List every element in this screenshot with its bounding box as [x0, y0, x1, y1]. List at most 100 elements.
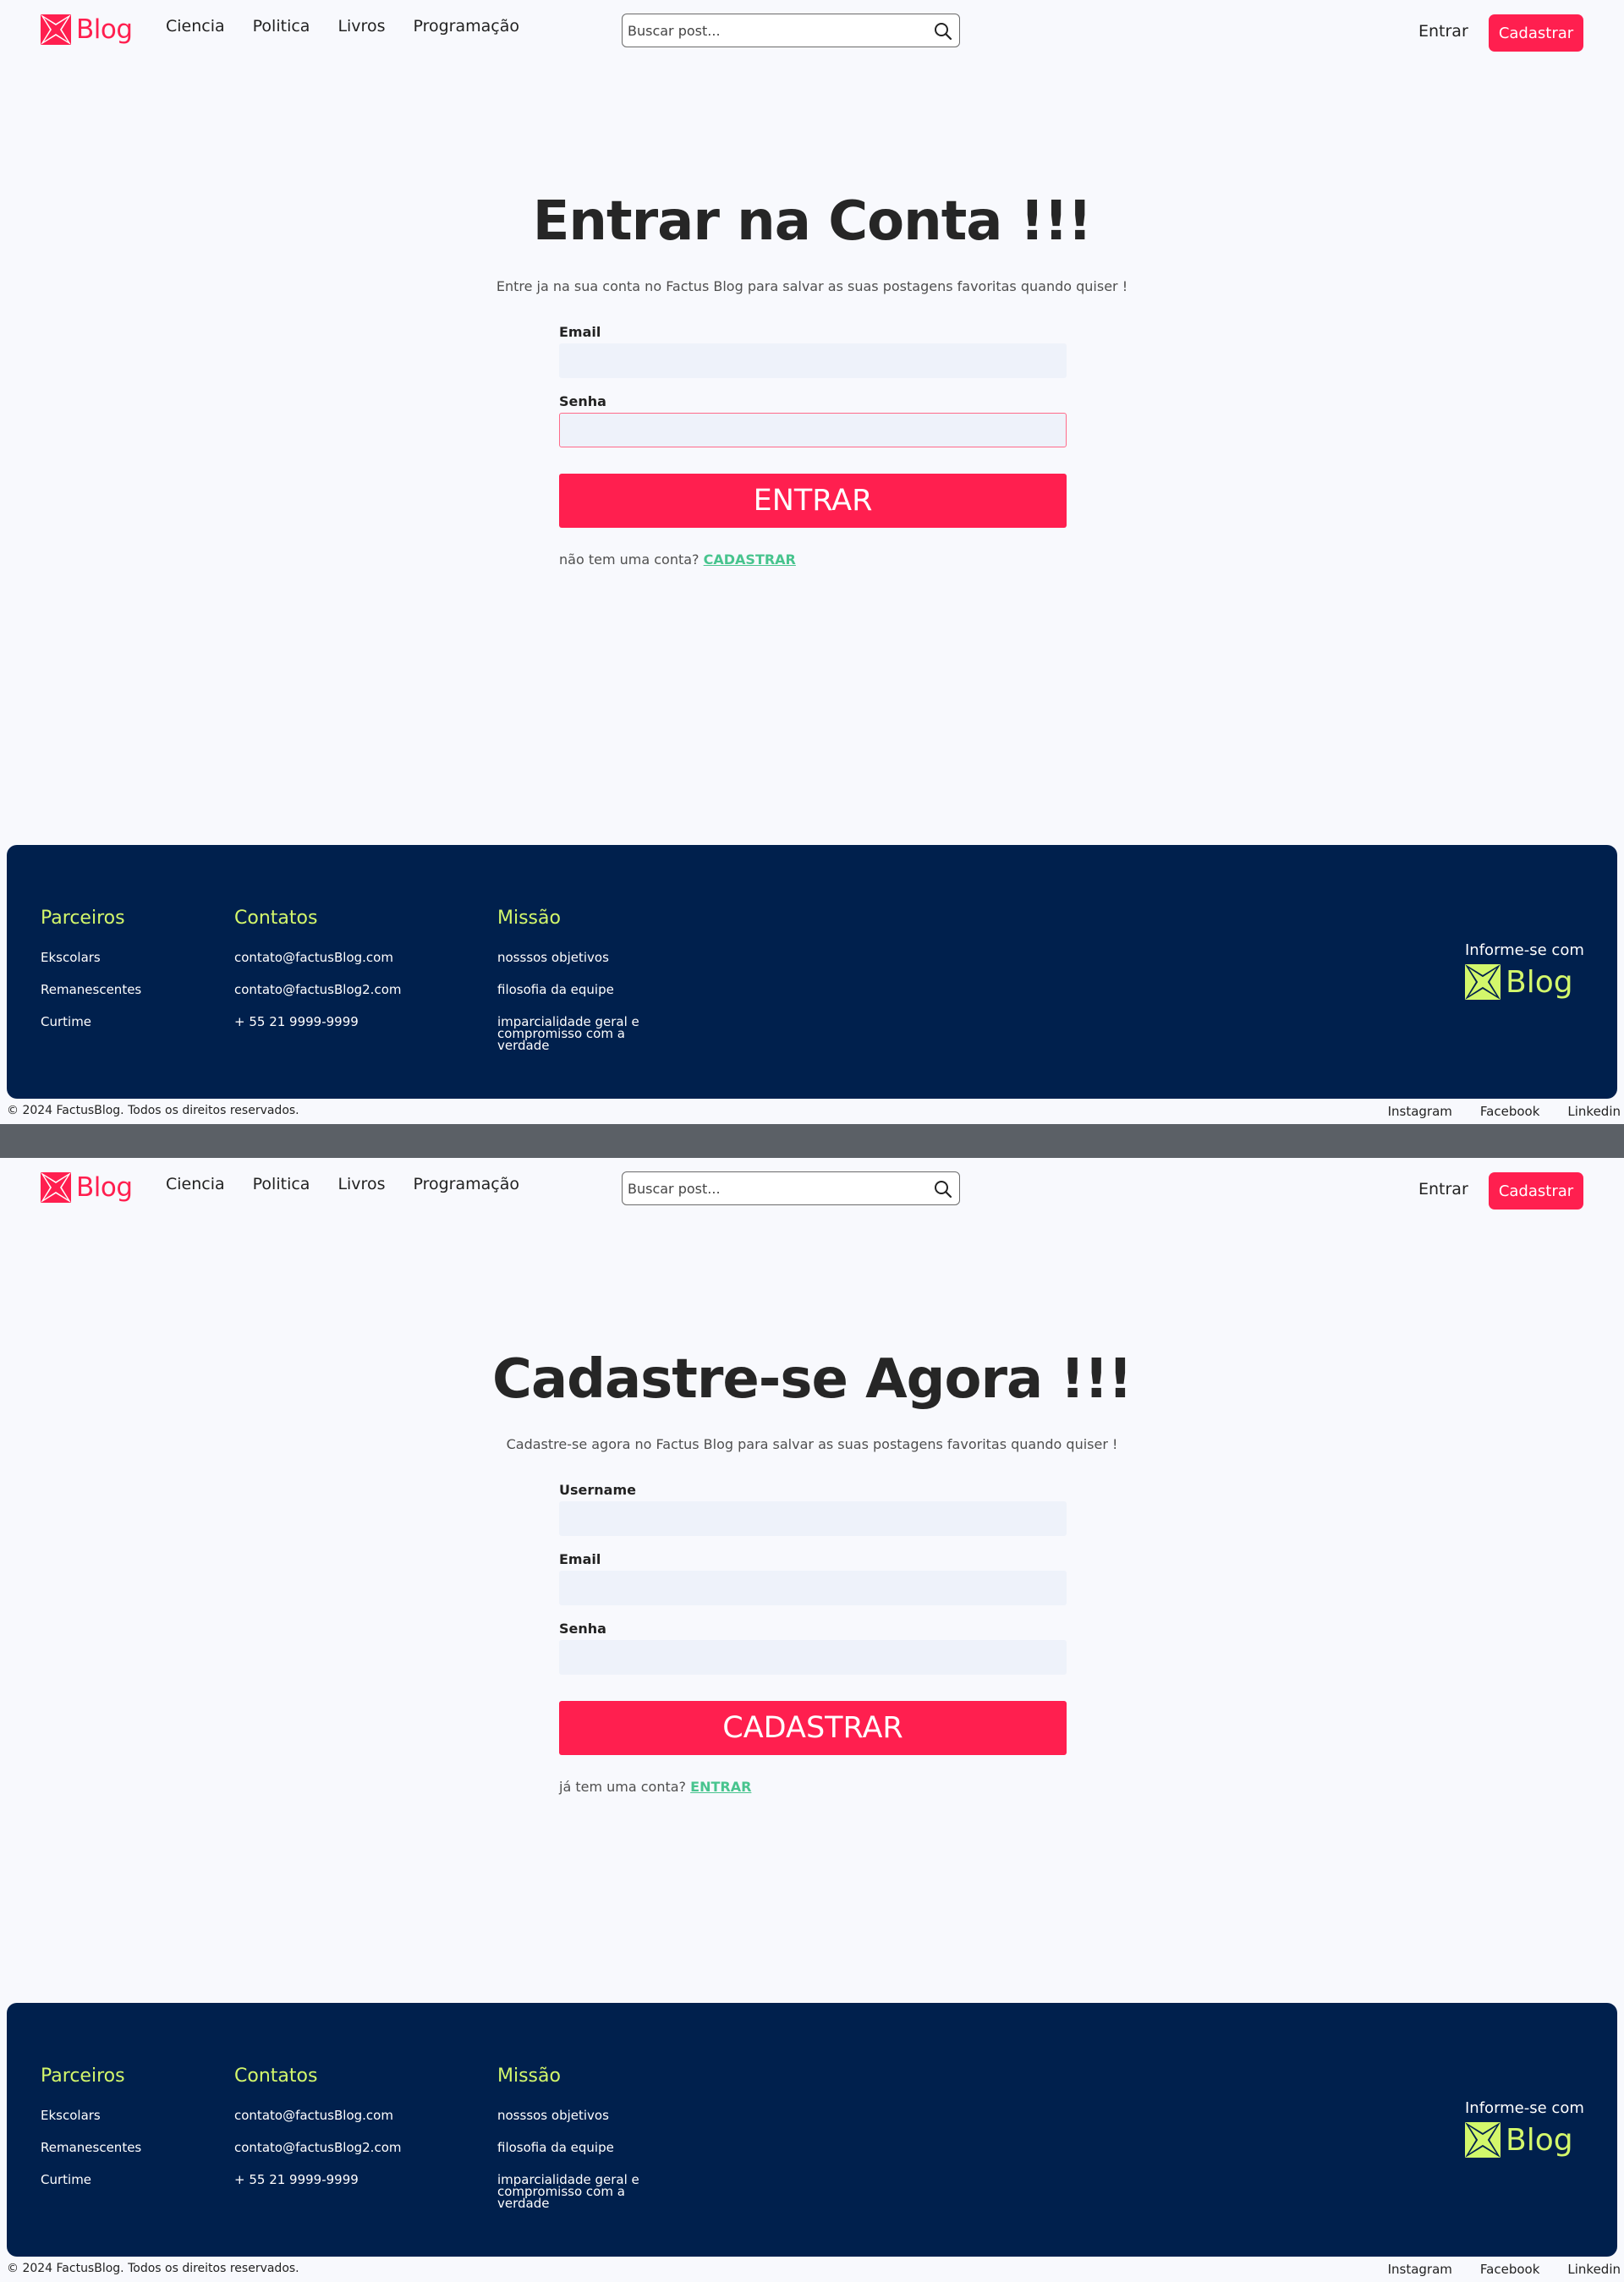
footer-contact[interactable]: contato@factusBlog.com [234, 952, 402, 964]
username-field-wrapper [559, 1501, 1067, 1536]
password-label: Senha [559, 393, 606, 409]
email-field[interactable] [560, 344, 1066, 377]
page-subtitle: Cadastre-se agora no Factus Blog para sa… [506, 1436, 1118, 1452]
register-submit-button[interactable]: CADASTRAR [559, 1701, 1067, 1755]
copyright: © 2024 FactusBlog. Todos os direitos res… [7, 1104, 299, 1117]
footer: Parceiros Ekscolars Remanescentes Curtim… [7, 845, 1617, 1099]
footer-link[interactable]: filosofia da equipe [497, 984, 650, 996]
login-link[interactable]: Entrar [1418, 1180, 1468, 1199]
social-facebook[interactable]: Facebook [1480, 2262, 1539, 2277]
social-links: Instagram Facebook Linkedin [1388, 1104, 1621, 1119]
password-field[interactable] [560, 1641, 1066, 1674]
search-box [622, 1171, 960, 1205]
password-field-wrapper [559, 413, 1067, 447]
logo-text: Blog [76, 14, 133, 45]
footer-brand-text: Blog [1506, 964, 1573, 1000]
footer-link[interactable]: Ekscolars [41, 952, 141, 964]
social-linkedin[interactable]: Linkedin [1567, 2262, 1621, 2277]
footer-heading-contacts: Contatos [234, 2065, 318, 2087]
footer-partners: Parceiros Ekscolars Remanescentes Curtim… [41, 908, 141, 1048]
email-field-wrapper [559, 343, 1067, 378]
footer-partners: Parceiros Ekscolars Remanescentes Curtim… [41, 2065, 141, 2206]
username-field[interactable] [560, 1502, 1066, 1535]
footer-link[interactable]: imparcialidade geral e compromisso com a… [497, 1016, 650, 1052]
footer-link[interactable]: Remanescentes [41, 2142, 141, 2154]
login-link[interactable]: Entrar [1418, 22, 1468, 41]
footer-contact[interactable]: contato@factusBlog.com [234, 2109, 402, 2122]
email-field-wrapper [559, 1571, 1067, 1605]
footer-link[interactable]: Curtime [41, 2174, 141, 2186]
footer-brand-caption: Informe-se com [1465, 941, 1584, 959]
password-field-wrapper [559, 1640, 1067, 1675]
footer-contacts: Contatos contato@factusBlog.com contato@… [234, 908, 402, 1048]
footer-link[interactable]: Ekscolars [41, 2109, 141, 2122]
username-label: Username [559, 1482, 636, 1498]
search-input[interactable] [628, 1172, 924, 1204]
footer-contact[interactable]: contato@factusBlog2.com [234, 2142, 402, 2154]
copyright: © 2024 FactusBlog. Todos os direitos res… [7, 2262, 299, 2275]
login-link-inline[interactable]: ENTRAR [690, 1779, 751, 1795]
footer-link[interactable]: nosssos objetivos [497, 952, 650, 964]
footer-link[interactable]: filosofia da equipe [497, 2142, 650, 2154]
footer-heading-mission: Missão [497, 908, 561, 929]
page-title: Cadastre-se Agora !!! [491, 1348, 1133, 1411]
page-subtitle: Entre ja na sua conta no Factus Blog par… [496, 278, 1128, 294]
search-icon[interactable] [934, 1180, 952, 1199]
signup-prompt: não tem uma conta? CADASTRAR [559, 551, 796, 568]
social-linkedin[interactable]: Linkedin [1567, 1104, 1621, 1119]
footer-mission: Missão nosssos objetivos filosofia da eq… [497, 908, 650, 1071]
nav-item-programacao[interactable]: Programação [413, 17, 519, 36]
login-prompt-text: já tem uma conta? [559, 1779, 687, 1795]
footer-mission: Missão nosssos objetivos filosofia da eq… [497, 2065, 650, 2229]
footer-contacts: Contatos contato@factusBlog.com contato@… [234, 2065, 402, 2206]
footer-logo-icon [1465, 2122, 1501, 2158]
logo-icon [41, 14, 71, 45]
search-icon[interactable] [934, 22, 952, 41]
footer-contact[interactable]: + 55 21 9999-9999 [234, 2174, 402, 2186]
password-field[interactable] [560, 414, 1066, 447]
top-navbar: Blog Ciencia Politica Livros Programação… [0, 1158, 1624, 1226]
login-submit-button[interactable]: ENTRAR [559, 474, 1067, 528]
nav-item-politica[interactable]: Politica [253, 17, 310, 36]
search-input[interactable] [628, 14, 924, 47]
nav-item-politica[interactable]: Politica [253, 1175, 310, 1193]
footer-link[interactable]: Curtime [41, 1016, 141, 1029]
social-facebook[interactable]: Facebook [1480, 1104, 1539, 1119]
main-menu: Ciencia Politica Livros Programação [166, 17, 519, 36]
footer-brand: Informe-se com Blog [1465, 2099, 1592, 2158]
logo[interactable]: Blog [41, 14, 133, 46]
footer-contact[interactable]: contato@factusBlog2.com [234, 984, 402, 996]
nav-item-livros[interactable]: Livros [337, 17, 385, 36]
footer-heading-partners: Parceiros [41, 2065, 125, 2087]
footer-link[interactable]: nosssos objetivos [497, 2109, 650, 2122]
signup-link[interactable]: CADASTRAR [704, 551, 796, 568]
social-instagram[interactable]: Instagram [1388, 2262, 1452, 2277]
signup-button[interactable]: Cadastrar [1489, 1172, 1583, 1210]
nav-item-ciencia[interactable]: Ciencia [166, 17, 225, 36]
signup-prompt-text: não tem uma conta? [559, 551, 700, 568]
login-screen: Blog Ciencia Politica Livros Programação… [0, 0, 1624, 1124]
screen-separator [0, 1124, 1624, 1158]
register-screen: Blog Ciencia Politica Livros Programação… [0, 1158, 1624, 2282]
email-field[interactable] [560, 1572, 1066, 1605]
main-menu: Ciencia Politica Livros Programação [166, 1175, 519, 1193]
nav-item-programacao[interactable]: Programação [413, 1175, 519, 1193]
nav-item-ciencia[interactable]: Ciencia [166, 1175, 225, 1193]
logo-icon [41, 1172, 71, 1203]
footer-contact[interactable]: + 55 21 9999-9999 [234, 1016, 402, 1029]
footer-link[interactable]: Remanescentes [41, 984, 141, 996]
email-label: Email [559, 324, 601, 340]
footer-brand-text: Blog [1506, 2122, 1573, 2158]
footer-brand: Informe-se com Blog [1465, 941, 1592, 1000]
signup-button[interactable]: Cadastrar [1489, 14, 1583, 52]
footer-heading-partners: Parceiros [41, 908, 125, 929]
footer-brand-caption: Informe-se com [1465, 2099, 1584, 2117]
page-title: Entrar na Conta !!! [532, 190, 1093, 253]
top-navbar: Blog Ciencia Politica Livros Programação… [0, 0, 1624, 68]
search-box [622, 14, 960, 47]
social-instagram[interactable]: Instagram [1388, 1104, 1452, 1119]
nav-item-livros[interactable]: Livros [337, 1175, 385, 1193]
footer-link[interactable]: imparcialidade geral e compromisso com a… [497, 2174, 650, 2210]
logo[interactable]: Blog [41, 1171, 133, 1204]
password-label: Senha [559, 1621, 606, 1637]
